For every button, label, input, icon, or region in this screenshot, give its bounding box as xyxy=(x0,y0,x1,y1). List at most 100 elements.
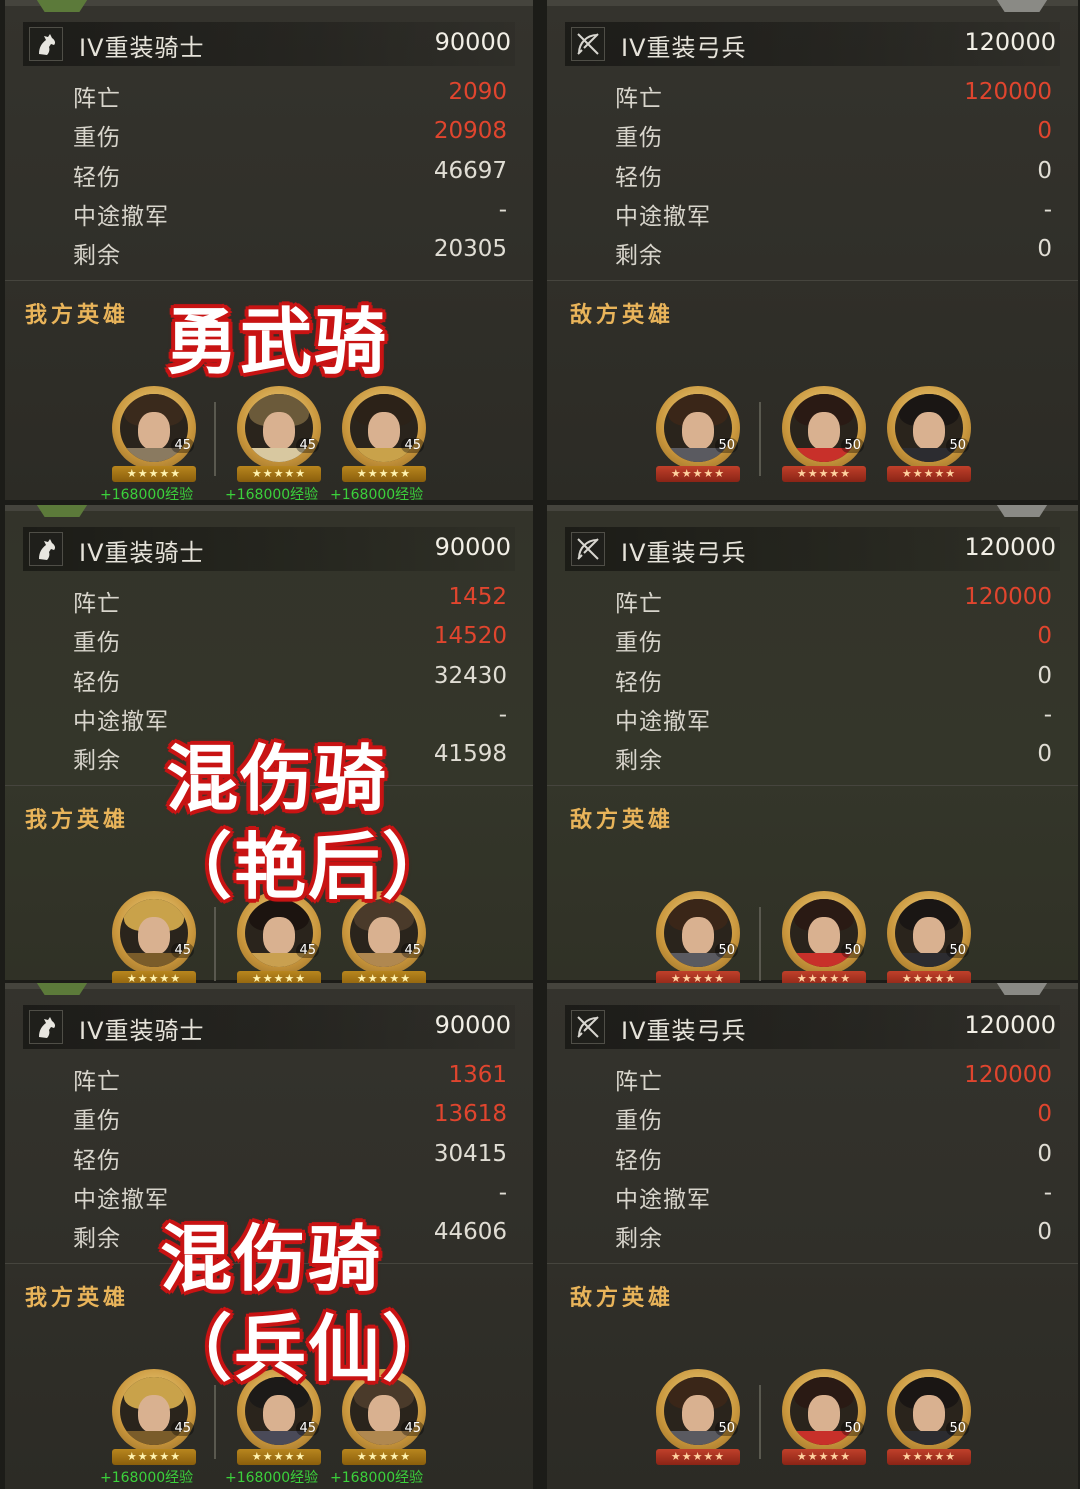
hero-level: 45 xyxy=(171,1421,194,1436)
hero-level: 50 xyxy=(946,438,969,453)
stat-label: 轻伤 xyxy=(73,1148,121,1174)
hero-portrait[interactable]: 50 ★★★★★ xyxy=(887,1369,971,1469)
stat-row: 轻伤 30415 xyxy=(55,1141,507,1175)
star-rating: ★★★★★ xyxy=(112,466,196,482)
stat-value: 1452 xyxy=(448,584,507,610)
stat-value: - xyxy=(498,702,507,728)
stat-label: 阵亡 xyxy=(615,86,663,112)
unit-name: IV重装骑士 xyxy=(79,34,205,62)
hero-level: 50 xyxy=(841,438,864,453)
stat-label: 剩余 xyxy=(73,748,121,774)
stat-label: 中途撤军 xyxy=(73,204,169,230)
stat-row: 中途撤军 - xyxy=(55,197,507,231)
hero-exp-gain: +168000经验 xyxy=(225,1470,319,1486)
stat-value: - xyxy=(1043,702,1052,728)
unit-name: IV重装弓兵 xyxy=(621,539,747,567)
stat-label: 阵亡 xyxy=(73,591,121,617)
stat-label: 剩余 xyxy=(73,243,121,269)
stat-label: 中途撤军 xyxy=(615,1187,711,1213)
hero-frame xyxy=(887,1369,971,1453)
hero-portrait[interactable]: 50 ★★★★★ xyxy=(656,1369,740,1469)
hero-portrait[interactable]: 50 ★★★★★ xyxy=(656,891,740,991)
divider xyxy=(547,1263,1078,1264)
star-rating: ★★★★★ xyxy=(342,1449,426,1465)
hero-level: 45 xyxy=(296,943,319,958)
stat-row: 阵亡 1452 xyxy=(55,584,507,618)
stat-value: 120000 xyxy=(964,79,1052,105)
star-rating: ★★★★★ xyxy=(112,1449,196,1465)
hero-frame xyxy=(887,891,971,975)
hero-section-label: 我方英雄 xyxy=(25,303,130,328)
unit-total: 90000 xyxy=(434,28,511,56)
hero-frame xyxy=(782,1369,866,1453)
hero-exp-gain: +168000经验 xyxy=(225,487,319,503)
hero-level: 50 xyxy=(841,1421,864,1436)
hero-divider xyxy=(214,907,216,981)
hero-level: 50 xyxy=(715,943,738,958)
hero-portrait[interactable]: 45 ★★★★★ +168000经验 xyxy=(225,386,321,503)
stat-value: 0 xyxy=(1037,1101,1052,1127)
stat-row: 轻伤 0 xyxy=(597,1141,1052,1175)
star-rating: ★★★★★ xyxy=(656,1449,740,1465)
hero-portrait[interactable]: 50 ★★★★★ xyxy=(656,386,740,486)
hero-portrait[interactable]: 50 ★★★★★ xyxy=(887,386,971,486)
hero-frame xyxy=(887,386,971,470)
stat-row: 重伤 0 xyxy=(597,118,1052,152)
divider xyxy=(5,280,533,281)
stat-label: 轻伤 xyxy=(615,1148,663,1174)
stat-label: 阵亡 xyxy=(73,1069,121,1095)
stat-value: 120000 xyxy=(964,584,1052,610)
unit-header: IV重装骑士 90000 xyxy=(23,22,515,66)
horse-icon xyxy=(29,27,63,61)
stat-label: 轻伤 xyxy=(615,165,663,191)
hero-divider xyxy=(759,1385,761,1459)
stat-value: 44606 xyxy=(433,1219,507,1245)
stat-value: 46697 xyxy=(433,158,507,184)
star-rating: ★★★★★ xyxy=(782,466,866,482)
hero-frame xyxy=(342,386,426,470)
hero-portrait[interactable]: 45 ★★★★★ +168000经验 xyxy=(100,386,196,503)
stat-row: 轻伤 0 xyxy=(597,663,1052,697)
stat-row: 轻伤 46697 xyxy=(55,158,507,192)
hero-portrait[interactable]: 50 ★★★★★ xyxy=(887,891,971,991)
stat-label: 轻伤 xyxy=(73,165,121,191)
hero-portrait[interactable]: 50 ★★★★★ xyxy=(782,891,866,991)
hero-divider xyxy=(214,1385,216,1459)
stat-label: 阵亡 xyxy=(615,1069,663,1095)
hero-frame xyxy=(782,891,866,975)
stat-row: 中途撤军 - xyxy=(597,1180,1052,1214)
stat-value: 2090 xyxy=(448,79,507,105)
unit-header: IV重装弓兵 120000 xyxy=(565,1005,1060,1049)
hero-section-label: 敌方英雄 xyxy=(570,808,675,833)
hero-portrait[interactable]: 45 ★★★★★ +168000经验 xyxy=(330,386,426,503)
hero-portrait[interactable]: 50 ★★★★★ xyxy=(782,1369,866,1469)
horse-icon xyxy=(29,532,63,566)
hero-section-label: 敌方英雄 xyxy=(570,303,675,328)
hero-level: 45 xyxy=(171,943,194,958)
stat-value: 0 xyxy=(1037,158,1052,184)
divider xyxy=(547,785,1078,786)
stat-value: 20305 xyxy=(433,236,507,262)
unit-name: IV重装骑士 xyxy=(79,539,205,567)
stat-row: 阵亡 120000 xyxy=(597,584,1052,618)
stat-row: 剩余 0 xyxy=(597,1219,1052,1253)
stat-row: 阵亡 1361 xyxy=(55,1062,507,1096)
star-rating: ★★★★★ xyxy=(237,1449,321,1465)
panel-ribbon-decoration xyxy=(993,505,1051,517)
unit-total: 120000 xyxy=(964,28,1056,56)
hero-frame xyxy=(237,386,321,470)
hero-level: 45 xyxy=(401,438,424,453)
hero-portrait[interactable]: 50 ★★★★★ xyxy=(782,386,866,486)
stat-row: 轻伤 0 xyxy=(597,158,1052,192)
star-rating: ★★★★★ xyxy=(782,1449,866,1465)
hero-section-label: 敌方英雄 xyxy=(570,1286,675,1311)
hero-level: 50 xyxy=(715,1421,738,1436)
divider xyxy=(547,280,1078,281)
unit-header: IV重装骑士 90000 xyxy=(23,1005,515,1049)
stat-label: 中途撤军 xyxy=(615,709,711,735)
star-rating: ★★★★★ xyxy=(656,466,740,482)
stat-value: - xyxy=(498,197,507,223)
unit-total: 90000 xyxy=(434,533,511,561)
hero-frame xyxy=(782,386,866,470)
stat-value: 0 xyxy=(1037,236,1052,262)
